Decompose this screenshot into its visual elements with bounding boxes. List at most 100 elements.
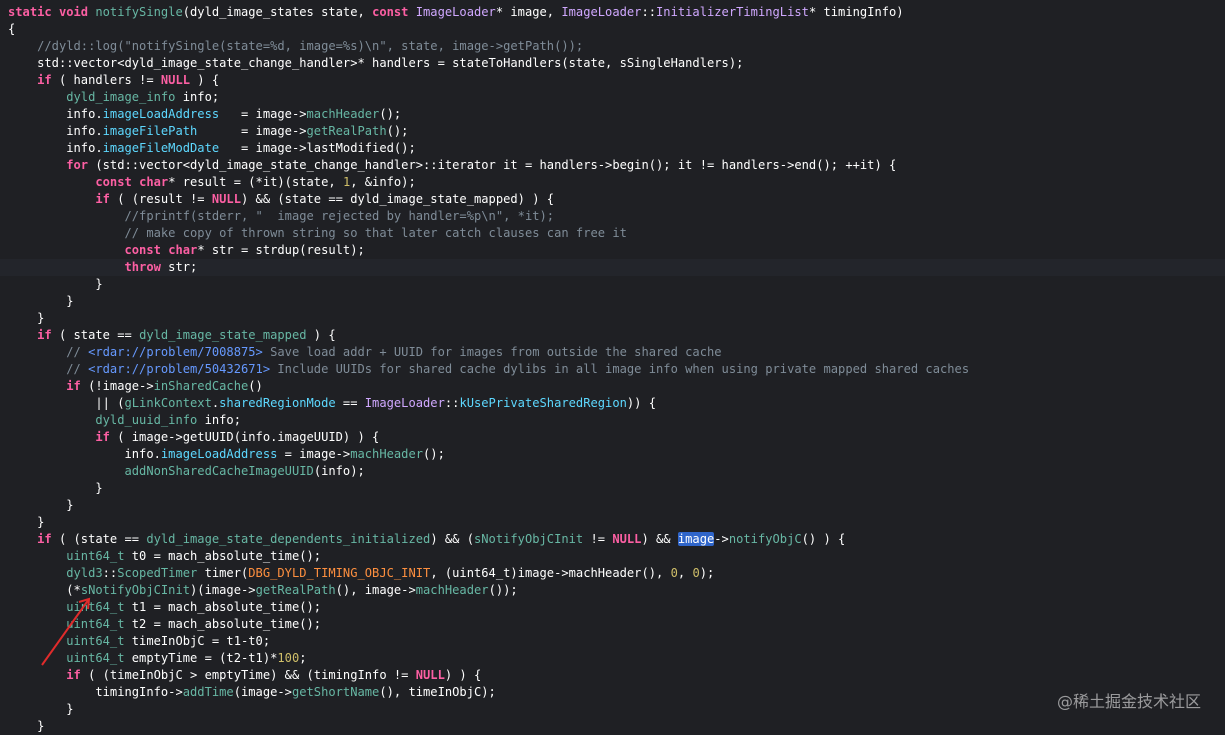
code-token: } xyxy=(8,294,74,308)
code-line[interactable]: if ( (result != NULL) && (state == dyld_… xyxy=(0,191,1225,208)
code-line[interactable]: for (std::vector<dyld_image_state_change… xyxy=(0,157,1225,174)
code-token: ( (timeInObjC > emptyTime) && (timingInf… xyxy=(80,668,416,682)
code-token: sNotifyObjCInit xyxy=(474,532,584,546)
code-token: 0 xyxy=(670,566,678,580)
code-token: void xyxy=(58,5,96,19)
code-line[interactable]: dyld3::ScopedTimer timer(DBG_DYLD_TIMING… xyxy=(0,565,1225,582)
code-token: uint64_t xyxy=(66,651,125,665)
code-line[interactable]: (*sNotifyObjCInit)(image->getRealPath(),… xyxy=(0,582,1225,599)
code-token: * timingInfo) xyxy=(808,5,904,19)
code-line[interactable]: uint64_t t1 = mach_absolute_time(); xyxy=(0,599,1225,616)
code-line[interactable]: dyld_uuid_info info; xyxy=(0,412,1225,429)
code-line[interactable]: // <rdar://problem/7008875> Save load ad… xyxy=(0,344,1225,361)
code-token: notifySingle xyxy=(95,5,183,19)
code-token: dyld_image_info xyxy=(66,90,176,104)
code-line[interactable]: } xyxy=(0,718,1225,735)
code-line[interactable]: } xyxy=(0,310,1225,327)
code-token: ( handlers != xyxy=(51,73,161,87)
code-line[interactable]: static void notifySingle(dyld_image_stat… xyxy=(0,4,1225,21)
code-line[interactable]: } xyxy=(0,497,1225,514)
code-token: addNonSharedCacheImageUUID xyxy=(124,464,314,478)
code-line[interactable]: uint64_t timeInObjC = t1-t0; xyxy=(0,633,1225,650)
code-line[interactable]: } xyxy=(0,276,1225,293)
code-line[interactable]: } xyxy=(0,701,1225,718)
code-view[interactable]: static void notifySingle(dyld_image_stat… xyxy=(0,4,1225,735)
code-token: if xyxy=(37,328,52,342)
code-line[interactable]: info.imageFilePath = image->getRealPath(… xyxy=(0,123,1225,140)
code-token: info. xyxy=(8,141,103,155)
code-token: (), image-> xyxy=(335,583,416,597)
code-line[interactable]: // make copy of thrown string so that la… xyxy=(0,225,1225,242)
code-token: const xyxy=(124,243,169,257)
code-line[interactable]: { xyxy=(0,21,1225,38)
code-line[interactable]: uint64_t t2 = mach_absolute_time(); xyxy=(0,616,1225,633)
code-line[interactable]: || (gLinkContext.sharedRegionMode == Ima… xyxy=(0,395,1225,412)
code-token: () ) { xyxy=(801,532,846,546)
code-token: (); xyxy=(386,124,409,138)
code-token: dyld3 xyxy=(66,566,103,580)
code-line[interactable]: dyld_image_info info; xyxy=(0,89,1225,106)
code-line[interactable]: if ( (state == dyld_image_state_dependen… xyxy=(0,531,1225,548)
code-token: } xyxy=(8,277,103,291)
code-line[interactable]: info.imageFileModDate = image->lastModif… xyxy=(0,140,1225,157)
code-token: imageFilePath xyxy=(102,124,198,138)
code-line[interactable]: } xyxy=(0,514,1225,531)
code-line[interactable]: } xyxy=(0,480,1225,497)
code-line[interactable]: //dyld::log("notifySingle(state=%d, imag… xyxy=(0,38,1225,55)
code-token: != xyxy=(583,532,613,546)
code-line[interactable]: if ( image->getUUID(info.imageUUID) ) { xyxy=(0,429,1225,446)
code-line[interactable]: timingInfo->addTime(image->getShortName(… xyxy=(0,684,1225,701)
code-token: imageLoadAddress xyxy=(102,107,220,121)
code-token: dyld_image_state_mapped xyxy=(139,328,307,342)
code-line[interactable]: const char* result = (*it)(state, 1, &in… xyxy=(0,174,1225,191)
code-line[interactable]: if ( handlers != NULL ) { xyxy=(0,72,1225,89)
code-line[interactable]: //fprintf(stderr, " image rejected by ha… xyxy=(0,208,1225,225)
code-line[interactable]: std::vector<dyld_image_state_change_hand… xyxy=(0,55,1225,72)
code-token: machHeader xyxy=(350,447,424,461)
code-token: Include UUIDs for shared cache dylibs in… xyxy=(270,362,970,376)
code-token: () xyxy=(248,379,263,393)
code-token: addTime xyxy=(182,685,234,699)
code-line[interactable]: if ( state == dyld_image_state_mapped ) … xyxy=(0,327,1225,344)
code-token: ( (result != xyxy=(109,192,212,206)
code-line[interactable]: uint64_t t0 = mach_absolute_time(); xyxy=(0,548,1225,565)
code-token: const xyxy=(95,175,140,189)
code-line[interactable]: // <rdar://problem/50432671> Include UUI… xyxy=(0,361,1225,378)
code-token: char xyxy=(168,243,198,257)
code-token: timer( xyxy=(197,566,249,580)
code-line[interactable]: throw str; xyxy=(0,259,1225,276)
code-line[interactable]: addNonSharedCacheImageUUID(info); xyxy=(0,463,1225,480)
code-line[interactable]: info.imageLoadAddress = image->machHeade… xyxy=(0,106,1225,123)
code-line[interactable]: if (!image->inSharedCache() xyxy=(0,378,1225,395)
code-token: info. xyxy=(8,124,103,138)
code-line[interactable]: const char* str = strdup(result); xyxy=(0,242,1225,259)
code-token: NULL xyxy=(160,73,191,87)
code-editor[interactable]: static void notifySingle(dyld_image_stat… xyxy=(0,0,1225,734)
code-line[interactable]: info.imageLoadAddress = image->machHeade… xyxy=(0,446,1225,463)
code-token: sNotifyObjCInit xyxy=(80,583,191,597)
code-token: uint64_t xyxy=(66,634,125,648)
code-token: } xyxy=(8,481,103,495)
code-token: if xyxy=(66,379,81,393)
code-line[interactable]: uint64_t emptyTime = (t2-t1)*100; xyxy=(0,650,1225,667)
code-token: ( state == xyxy=(51,328,140,342)
code-token: ) && ( xyxy=(430,532,474,546)
selected-token: image xyxy=(677,532,715,546)
code-line[interactable]: } xyxy=(0,293,1225,310)
code-line[interactable]: if ( (timeInObjC > emptyTime) && (timing… xyxy=(0,667,1225,684)
